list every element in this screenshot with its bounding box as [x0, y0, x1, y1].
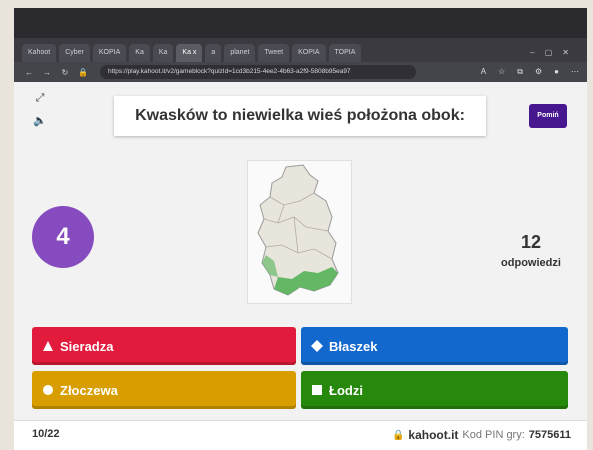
browser-tab[interactable]: Ka — [129, 44, 150, 62]
game-pin: 7575611 — [528, 429, 571, 441]
answer-label: Sieradza — [60, 338, 114, 354]
question-text: Kwasków to niewielka wieś położona obok: — [114, 96, 486, 136]
answer-red[interactable]: Sieradza — [32, 327, 296, 365]
question-map-image — [247, 160, 352, 304]
browser-tab[interactable]: Kahoot — [22, 44, 57, 62]
profile-icon[interactable]: ● — [554, 67, 559, 77]
skip-button[interactable]: Pomiń — [529, 104, 567, 128]
monitor-screen: Kahoot Cyber KOPIA Ka Ka Ka x a planet T… — [14, 8, 587, 450]
address-bar: ← → ↻ 🔒 https://play.kahoot.it/v2/gamebl… — [14, 62, 587, 82]
answer-label: Błaszek — [329, 338, 378, 354]
pin-label: Kod PIN gry: — [462, 429, 525, 441]
answer-green[interactable]: Łodzi — [301, 371, 568, 409]
fullscreen-icon[interactable]: ⤢ — [32, 92, 48, 108]
sound-icon[interactable]: 🔈 — [32, 114, 48, 130]
answer-label: Łodzi — [329, 382, 363, 398]
browser-tab[interactable]: a — [205, 44, 222, 62]
answers-count: 12 odpowiedzi — [486, 232, 576, 271]
browser-tab[interactable]: KOPIA — [292, 44, 326, 62]
game-pin-info: 🔒 kahoot.it Kod PIN gry: 7575611 — [392, 428, 571, 442]
lock-icon: 🔒 — [78, 67, 88, 77]
reload-icon[interactable]: ↻ — [58, 68, 72, 77]
browser-tab[interactable]: TOPIA — [328, 44, 362, 62]
footer-bar: 10/22 🔒 kahoot.it Kod PIN gry: 7575611 — [14, 420, 587, 450]
lock-icon: 🔒 — [391, 429, 405, 441]
browser-toolbar-icons: A ☆ ⧉ ⚙ ● ⋯ — [481, 67, 579, 77]
forward-icon[interactable]: → — [40, 68, 54, 77]
answer-yellow[interactable]: Złoczewa — [32, 371, 296, 409]
answer-blue[interactable]: Błaszek — [301, 327, 568, 365]
window-controls[interactable]: –▢✕ — [530, 44, 587, 62]
favorite-icon[interactable]: ☆ — [498, 67, 505, 77]
answers-count-number: 12 — [520, 232, 542, 252]
browser-tab-bar: Kahoot Cyber KOPIA Ka Ka Ka x a planet T… — [14, 38, 587, 62]
browser-tab-active[interactable]: Ka x — [176, 44, 203, 62]
map-icon — [257, 164, 339, 296]
site-name: kahoot.it — [408, 428, 459, 442]
read-aloud-icon[interactable]: A — [481, 67, 486, 77]
timer-countdown: 4 — [32, 206, 94, 268]
square-icon — [311, 384, 323, 396]
url-field[interactable]: https://play.kahoot.it/v2/gameblock?quiz… — [100, 65, 416, 79]
browser-tab[interactable]: Tweet — [258, 44, 290, 62]
browser-tab[interactable]: planet — [224, 44, 256, 62]
extensions-icon[interactable]: ⚙ — [535, 67, 542, 77]
answer-label: Złoczewa — [60, 382, 118, 398]
circle-icon — [42, 384, 54, 396]
answers-count-label: odpowiedzi — [501, 257, 561, 269]
question-progress: 10/22 — [32, 428, 60, 440]
browser-tab[interactable]: Cyber — [59, 44, 90, 62]
back-icon[interactable]: ← — [22, 68, 36, 77]
browser-tab[interactable]: KOPIA — [92, 44, 127, 62]
diamond-icon — [311, 340, 323, 352]
triangle-icon — [42, 340, 54, 352]
collections-icon[interactable]: ⧉ — [517, 67, 523, 77]
kahoot-game-area: ⤢ 🔈 Kwasków to niewielka wieś położona o… — [14, 82, 587, 450]
browser-tab[interactable]: Ka — [152, 44, 174, 62]
more-icon[interactable]: ⋯ — [571, 67, 579, 77]
